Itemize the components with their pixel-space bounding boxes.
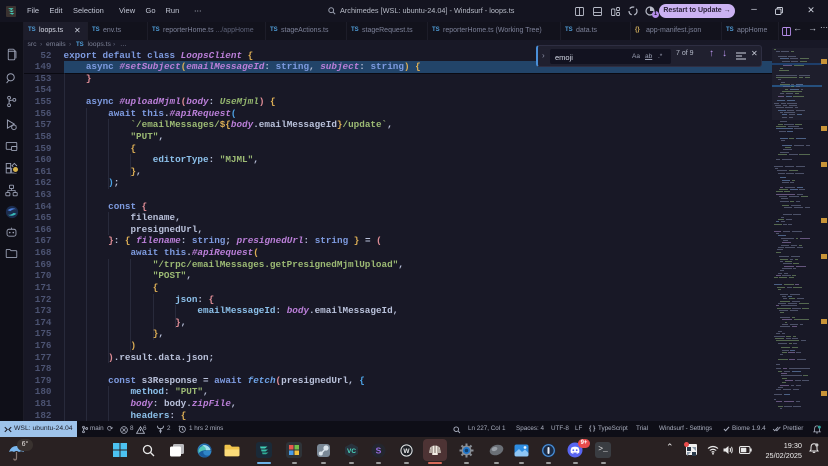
svg-text:W: W xyxy=(403,448,410,455)
svg-text:S: S xyxy=(375,445,381,455)
svg-text:VC: VC xyxy=(346,448,355,455)
